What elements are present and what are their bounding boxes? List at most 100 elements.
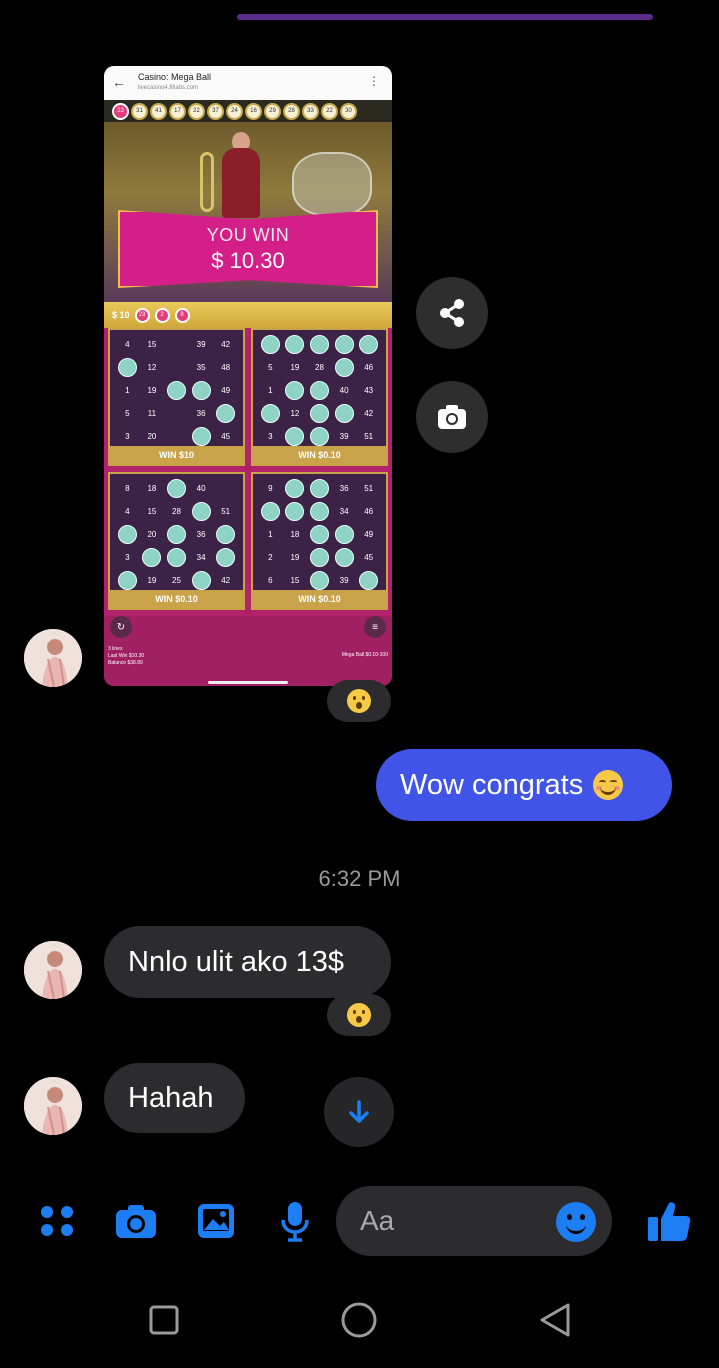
bingo-cell: [307, 403, 332, 423]
reaction-badge[interactable]: [327, 680, 391, 722]
more-actions-button[interactable]: [32, 1196, 82, 1246]
bingo-cell: [164, 380, 189, 400]
bet-amount: $ 10: [112, 310, 130, 320]
bingo-cell: [283, 501, 308, 521]
drawn-ball: 16: [245, 102, 262, 120]
message-input[interactable]: Aa: [336, 1186, 612, 1256]
bingo-cell: 18: [290, 529, 300, 539]
avatar[interactable]: [24, 1077, 82, 1135]
bingo-cell: [307, 547, 332, 567]
incoming-message[interactable]: Nnlo ulit ako 13$: [104, 926, 391, 998]
bingo-cell: 3: [125, 552, 130, 562]
home-indicator: [208, 681, 288, 684]
bingo-cell: 5: [268, 362, 273, 372]
message-text: Hahah: [128, 1081, 214, 1114]
surprised-emoji-icon: [347, 689, 371, 713]
bingo-cell: [307, 380, 332, 400]
bingo-cell: 51: [364, 483, 374, 493]
bingo-cell: 46: [364, 506, 374, 516]
bingo-cell: [283, 334, 308, 354]
timestamp: 6:32 PM: [318, 866, 401, 891]
drawn-ball: 37: [207, 102, 224, 120]
bingo-cell: 40: [339, 385, 349, 395]
bingo-cell: 46: [364, 362, 374, 372]
bingo-cell: [356, 334, 381, 354]
bingo-cell: [213, 547, 238, 567]
bingo-cell: 28: [315, 362, 324, 372]
emoji-icon[interactable]: [556, 1202, 596, 1242]
bingo-cell: 34: [196, 552, 206, 562]
bingo-cell: [115, 524, 140, 544]
camera-save-button[interactable]: [416, 381, 488, 453]
camera-button[interactable]: [111, 1196, 161, 1246]
image-icon: [198, 1204, 234, 1238]
card-win-label: WIN $0.10: [253, 590, 386, 608]
bingo-cell: 19: [290, 552, 300, 562]
mini-ball: 2: [154, 307, 170, 323]
drawn-ball: 30: [340, 102, 357, 120]
card-win-label: WIN $0.10: [253, 446, 386, 464]
bingo-cell: 39: [339, 575, 349, 585]
bingo-cell: 36: [196, 408, 206, 418]
surprised-emoji-icon: [347, 1003, 371, 1027]
like-button[interactable]: [644, 1196, 694, 1246]
bingo-cell: 9: [268, 483, 273, 493]
bingo-cell: [332, 403, 357, 423]
bingo-cell: 28: [172, 506, 181, 516]
share-button[interactable]: [416, 277, 488, 349]
share-icon: [440, 299, 464, 327]
reaction-badge[interactable]: [327, 994, 391, 1036]
voice-button[interactable]: [270, 1196, 320, 1246]
avatar[interactable]: [24, 941, 82, 999]
bingo-cell: 19: [147, 385, 157, 395]
bingo-cell: [115, 357, 140, 377]
bingo-cell: [307, 478, 332, 498]
drawn-ball: 24: [226, 102, 243, 120]
mini-ball: 8: [174, 307, 190, 323]
outgoing-message[interactable]: Wow congrats: [376, 749, 672, 821]
bingo-cell: 4: [125, 506, 130, 516]
back-button[interactable]: [535, 1300, 575, 1340]
bingo-cell: [258, 501, 283, 521]
bingo-cell: 20: [147, 529, 157, 539]
mic-icon: [281, 1202, 309, 1242]
bingo-cell: [164, 547, 189, 567]
arrow-down-icon: [349, 1100, 369, 1123]
game-limits: Mega Ball $0.10-100: [341, 652, 388, 658]
drawn-ball: 33: [302, 102, 319, 120]
bingo-cell: 49: [364, 529, 374, 539]
bingo-cell: 19: [147, 575, 157, 585]
bingo-cell: 39: [196, 339, 206, 349]
bingo-cell: [258, 403, 283, 423]
bingo-cell: 43: [364, 385, 374, 395]
bingo-cell: [307, 426, 332, 446]
bingo-cell: [213, 478, 238, 498]
bingo-cell: 8: [125, 483, 130, 493]
bingo-cell: [164, 334, 189, 354]
home-button[interactable]: [339, 1300, 379, 1340]
scroll-to-bottom-button[interactable]: [324, 1077, 394, 1147]
bingo-card: 8 18 40 4 15 28 51 20 36 3 34 19 25 42 WIN $0.10: [108, 472, 245, 610]
bingo-cell: [356, 570, 381, 590]
browser-title: Casino: Mega Ball: [138, 72, 212, 82]
lines-label: 3 lines: [108, 646, 123, 652]
system-navigation-bar: [0, 1270, 719, 1368]
game-footer: ↻ ≡ 3 lines Last Win $10.30 Balance $38.…: [104, 616, 392, 686]
gallery-button[interactable]: [191, 1196, 241, 1246]
win-banner-title: YOU WIN: [206, 224, 290, 245]
bingo-cell: 34: [339, 506, 349, 516]
bingo-card: 4 15 39 42 12 35 48 1 19 49 5 11 36 3 20 45 WIN $10: [108, 328, 245, 466]
drawn-ball: 41: [150, 102, 167, 120]
bingo-cell: [115, 570, 140, 590]
win-banner: YOU WIN $ 10.30: [118, 210, 378, 288]
recents-button[interactable]: [144, 1300, 184, 1340]
incoming-message[interactable]: Hahah: [104, 1063, 245, 1133]
bingo-cell: [307, 570, 332, 590]
bingo-cell: 40: [196, 483, 206, 493]
shared-screenshot[interactable]: ← Casino: Mega Ball livecasino4.fitlabs.…: [104, 66, 392, 686]
avatar[interactable]: [24, 629, 82, 687]
bingo-cell: [189, 570, 214, 590]
drawn-ball: 31: [131, 102, 148, 120]
bingo-cell: [307, 501, 332, 521]
bingo-cell: 2: [268, 552, 273, 562]
